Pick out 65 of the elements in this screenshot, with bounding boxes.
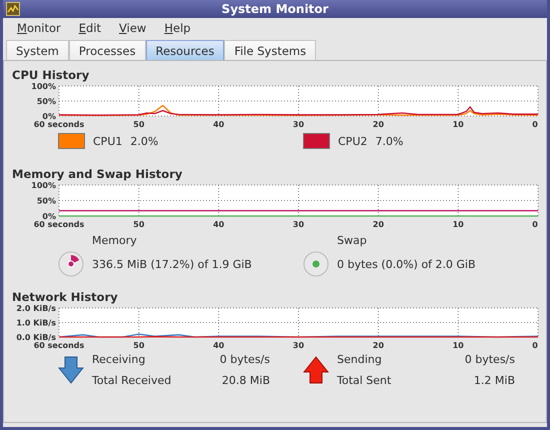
menu-item[interactable]: Edit bbox=[70, 21, 110, 35]
axis-label: 0 bbox=[532, 341, 538, 349]
axis-label: 0% bbox=[42, 212, 56, 221]
legend-label: Total Received bbox=[92, 374, 172, 387]
color-swatch[interactable] bbox=[303, 133, 330, 149]
total-value: 20.8 MiB bbox=[220, 374, 270, 387]
legend-value: 0 bytes (0.0%) of 2.0 GiB bbox=[337, 258, 477, 270]
axis-label: 0 bbox=[532, 220, 538, 228]
axis-label: 30 bbox=[292, 341, 304, 349]
legend-value: 336.5 MiB (17.2%) of 1.9 GiB bbox=[92, 258, 253, 270]
axis-label: 100% bbox=[31, 82, 56, 91]
axis-label: 20 bbox=[372, 120, 384, 128]
legend-label: CPU2 bbox=[338, 134, 368, 148]
arrow-up-icon bbox=[303, 355, 329, 385]
tab[interactable]: Resources bbox=[146, 40, 224, 60]
pie-chart-icon bbox=[58, 251, 84, 277]
axis-label: 20 bbox=[372, 220, 384, 228]
rate-value: 0 bytes/s bbox=[464, 353, 515, 366]
color-swatch[interactable] bbox=[58, 133, 85, 149]
axis-label: 40 bbox=[213, 120, 224, 128]
axis-label: 60 seconds bbox=[34, 341, 84, 349]
axis-label: 100% bbox=[31, 181, 56, 190]
app-icon bbox=[6, 2, 20, 16]
legend-label: CPU1 bbox=[93, 134, 122, 148]
axis-label: 50 bbox=[133, 120, 144, 128]
tab[interactable]: System bbox=[6, 40, 69, 60]
total-value: 1.2 MiB bbox=[472, 374, 515, 387]
axis-label: 60 seconds bbox=[34, 120, 84, 128]
window-title: System Monitor bbox=[220, 2, 330, 16]
axis-label: 0% bbox=[42, 112, 56, 121]
axis-label: 30 bbox=[292, 120, 304, 128]
axis-label: 2.0 KiB/s bbox=[16, 304, 56, 313]
axis-label: 30 bbox=[292, 220, 304, 228]
menu-item[interactable]: Help bbox=[156, 21, 199, 35]
axis-label: 0 bbox=[532, 120, 538, 128]
rate-value: 0 bytes/s bbox=[218, 353, 270, 366]
axis-label: 40 bbox=[213, 220, 224, 228]
legend-label: Memory bbox=[92, 234, 138, 247]
section-heading: Network History bbox=[12, 289, 119, 304]
axis-label: 50% bbox=[36, 97, 56, 106]
axis-label: 1.0 KiB/s bbox=[16, 318, 56, 328]
legend-label: Receiving bbox=[92, 353, 146, 366]
axis-label: 0.0 KiB/s bbox=[16, 333, 56, 342]
axis-label: 60 seconds bbox=[34, 220, 84, 228]
axis-label: 40 bbox=[213, 341, 224, 349]
axis-label: 20 bbox=[372, 341, 384, 349]
axis-label: 50% bbox=[36, 196, 56, 206]
axis-label: 50 bbox=[133, 341, 144, 349]
menu-item[interactable]: View bbox=[111, 21, 154, 35]
legend-label: Swap bbox=[337, 234, 368, 247]
arrow-down-icon bbox=[58, 355, 84, 385]
pie-chart-icon bbox=[303, 251, 329, 277]
axis-label: 10 bbox=[452, 220, 464, 228]
legend-value: 7.0% bbox=[375, 134, 404, 148]
legend-label: Sending bbox=[337, 353, 383, 366]
section-heading: CPU History bbox=[12, 67, 90, 82]
axis-label: 10 bbox=[452, 120, 464, 128]
tab[interactable]: Processes bbox=[68, 40, 146, 60]
legend-label: Total Sent bbox=[337, 374, 392, 387]
axis-label: 10 bbox=[452, 341, 464, 349]
legend-value: 2.0% bbox=[130, 134, 158, 148]
axis-label: 50 bbox=[133, 220, 144, 228]
menu-item[interactable]: Monitor bbox=[9, 21, 69, 35]
section-heading: Memory and Swap History bbox=[12, 166, 184, 181]
tab[interactable]: File Systems bbox=[224, 40, 316, 60]
